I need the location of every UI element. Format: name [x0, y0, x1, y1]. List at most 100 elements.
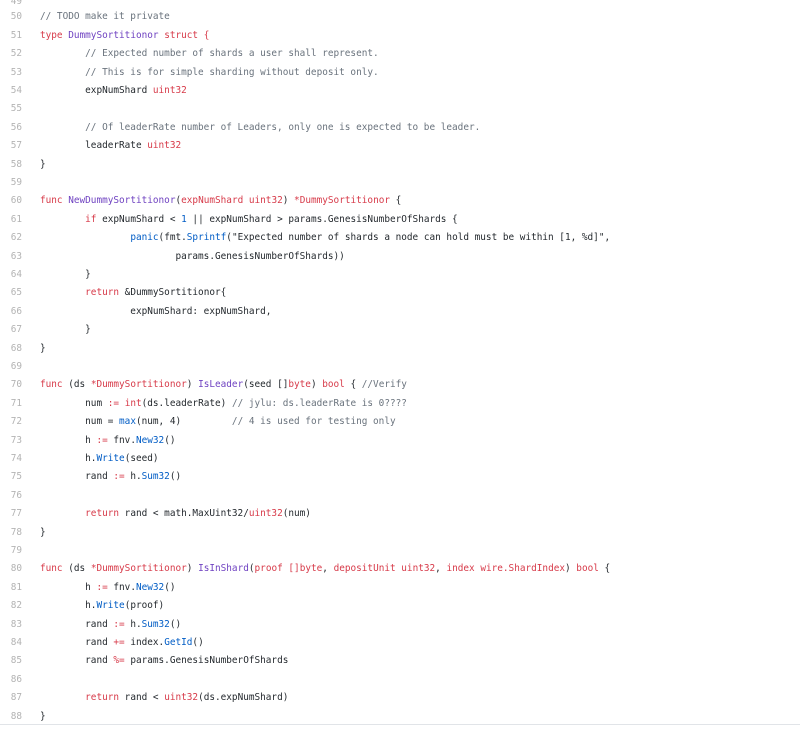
code-line: 71 num := int(ds.leaderRate) // jylu: ds…	[0, 395, 800, 413]
code-token: ()	[164, 581, 176, 593]
line-number: 62	[10, 232, 22, 244]
line-number: 55	[10, 103, 22, 115]
code-text: func (ds *DummySortitionor) IsInShard(pr…	[40, 560, 610, 578]
code-token: return	[85, 508, 120, 520]
code-line: 61 if expNumShard < 1 || expNumShard > p…	[0, 211, 800, 229]
code-token: h.	[40, 453, 97, 464]
line-number: 61	[10, 213, 22, 225]
code-token: byte	[299, 563, 323, 575]
code-line: 86	[0, 671, 800, 689]
code-text: // Expected number of shards a user shal…	[40, 45, 379, 63]
code-line: 79	[0, 542, 800, 560]
code-token: ()	[192, 637, 204, 648]
code-token: expNumShard <	[96, 213, 182, 225]
code-line: 72 num = max(num, 4) // 4 is used for te…	[0, 413, 800, 431]
code-line: 64 }	[0, 266, 800, 284]
code-token: params.GenesisNumberOfShards))	[40, 250, 345, 262]
line-number: 85	[10, 655, 22, 667]
line-number: 86	[10, 673, 22, 685]
code-token: index.	[124, 637, 165, 648]
code-token: bool	[576, 563, 599, 575]
code-line: 63 params.GenesisNumberOfShards))	[0, 248, 800, 266]
line-number: 66	[10, 305, 22, 317]
code-token: ("Expected number of shards a node can h…	[226, 232, 611, 244]
code-token: index wire.ShardIndex	[446, 563, 565, 575]
code-token: //Verify	[361, 379, 407, 391]
code-line: 76	[0, 487, 800, 505]
line-number: 77	[10, 508, 22, 520]
code-token: Sum32	[141, 471, 170, 483]
line-number: 83	[10, 618, 22, 630]
code-token: byte	[288, 379, 311, 391]
code-line: 74 h.Write(seed)	[0, 450, 800, 468]
code-token: // Of leaderRate number of Leaders, only…	[40, 121, 481, 133]
code-text: panic(fmt.Sprintf("Expected number of sh…	[40, 229, 610, 247]
code-text: num := int(ds.leaderRate) // jylu: ds.le…	[40, 395, 407, 413]
line-number: 53	[10, 66, 22, 78]
code-line: 65 return &DummySortitionor{	[0, 284, 800, 302]
code-text: num = max(num, 4) // 4 is used for testi…	[40, 413, 396, 431]
code-token: :=	[107, 397, 120, 409]
line-number: 67	[10, 324, 22, 336]
code-token: || expNumShard > params.GenesisNumberOfS…	[186, 213, 458, 225]
line-number: 76	[10, 489, 22, 501]
code-line: 70 func (ds *DummySortitionor) IsLeader(s…	[0, 376, 800, 394]
code-line: 59	[0, 174, 800, 192]
line-number: 81	[10, 581, 22, 593]
code-token: rand	[40, 471, 114, 483]
code-text: return &DummySortitionor{	[40, 284, 226, 302]
line-number: 60	[10, 195, 22, 207]
code-token: rand	[40, 637, 114, 648]
code-token: (num, 4)	[135, 416, 232, 428]
line-number: 79	[10, 545, 22, 556]
code-text: }	[40, 266, 91, 284]
code-token: :=	[96, 434, 108, 446]
code-token: +=	[113, 637, 125, 648]
code-token: }	[40, 158, 46, 170]
code-token: // jylu: ds.leaderRate is 0????	[231, 397, 407, 409]
code-text: type DummySortitionor struct {	[40, 27, 209, 45]
code-token: ()	[169, 471, 182, 483]
code-token: return	[85, 287, 120, 299]
code-token: )	[186, 379, 199, 391]
code-token: func	[40, 379, 69, 391]
code-line: 85 rand %= params.GenesisNumberOfShards	[0, 652, 800, 670]
code-token: uint32	[147, 140, 182, 152]
line-number: 69	[10, 361, 22, 372]
code-token: )	[186, 563, 199, 575]
line-number: 87	[10, 692, 22, 704]
code-text: }	[40, 156, 46, 174]
code-token: )	[565, 563, 577, 575]
bottom-divider	[0, 724, 800, 725]
code-line: 75 rand := h.Sum32()	[0, 468, 800, 486]
code-token: &DummySortitionor{	[119, 287, 227, 299]
code-text: }	[40, 340, 46, 358]
code-text: params.GenesisNumberOfShards))	[40, 248, 345, 266]
line-number: 54	[10, 85, 22, 96]
code-token: h	[40, 581, 97, 593]
code-text: leaderRate uint32	[40, 137, 181, 155]
code-line: 77 return rand < math.MaxUint32/uint32(n…	[0, 505, 800, 523]
code-text: rand := h.Sum32()	[40, 616, 181, 634]
code-line: 54 expNumShard uint32	[0, 82, 800, 100]
code-token: leaderRate	[40, 140, 148, 152]
code-token: }	[40, 324, 91, 336]
line-number: 75	[10, 471, 22, 483]
code-token: depositUnit uint32	[333, 563, 436, 575]
code-token: struct {	[158, 29, 210, 41]
code-token: Write	[96, 600, 125, 612]
code-token: :=	[113, 618, 125, 630]
code-text: if expNumShard < 1 || expNumShard > para…	[40, 211, 458, 229]
code-text: // TODO make it private	[40, 8, 170, 26]
line-number: 84	[10, 637, 22, 648]
code-token: *DummySortitionor	[90, 379, 187, 391]
code-token: // 4 is used for testing only	[231, 416, 396, 428]
code-text: rand := h.Sum32()	[40, 468, 181, 486]
line-number: 73	[10, 434, 22, 446]
code-token: ()	[169, 618, 182, 630]
code-token: (ds	[68, 563, 91, 575]
code-token: func	[40, 563, 69, 575]
code-token: Sprintf	[186, 232, 227, 244]
code-token: ,	[322, 563, 334, 575]
code-text: h.Write(proof)	[40, 597, 164, 615]
